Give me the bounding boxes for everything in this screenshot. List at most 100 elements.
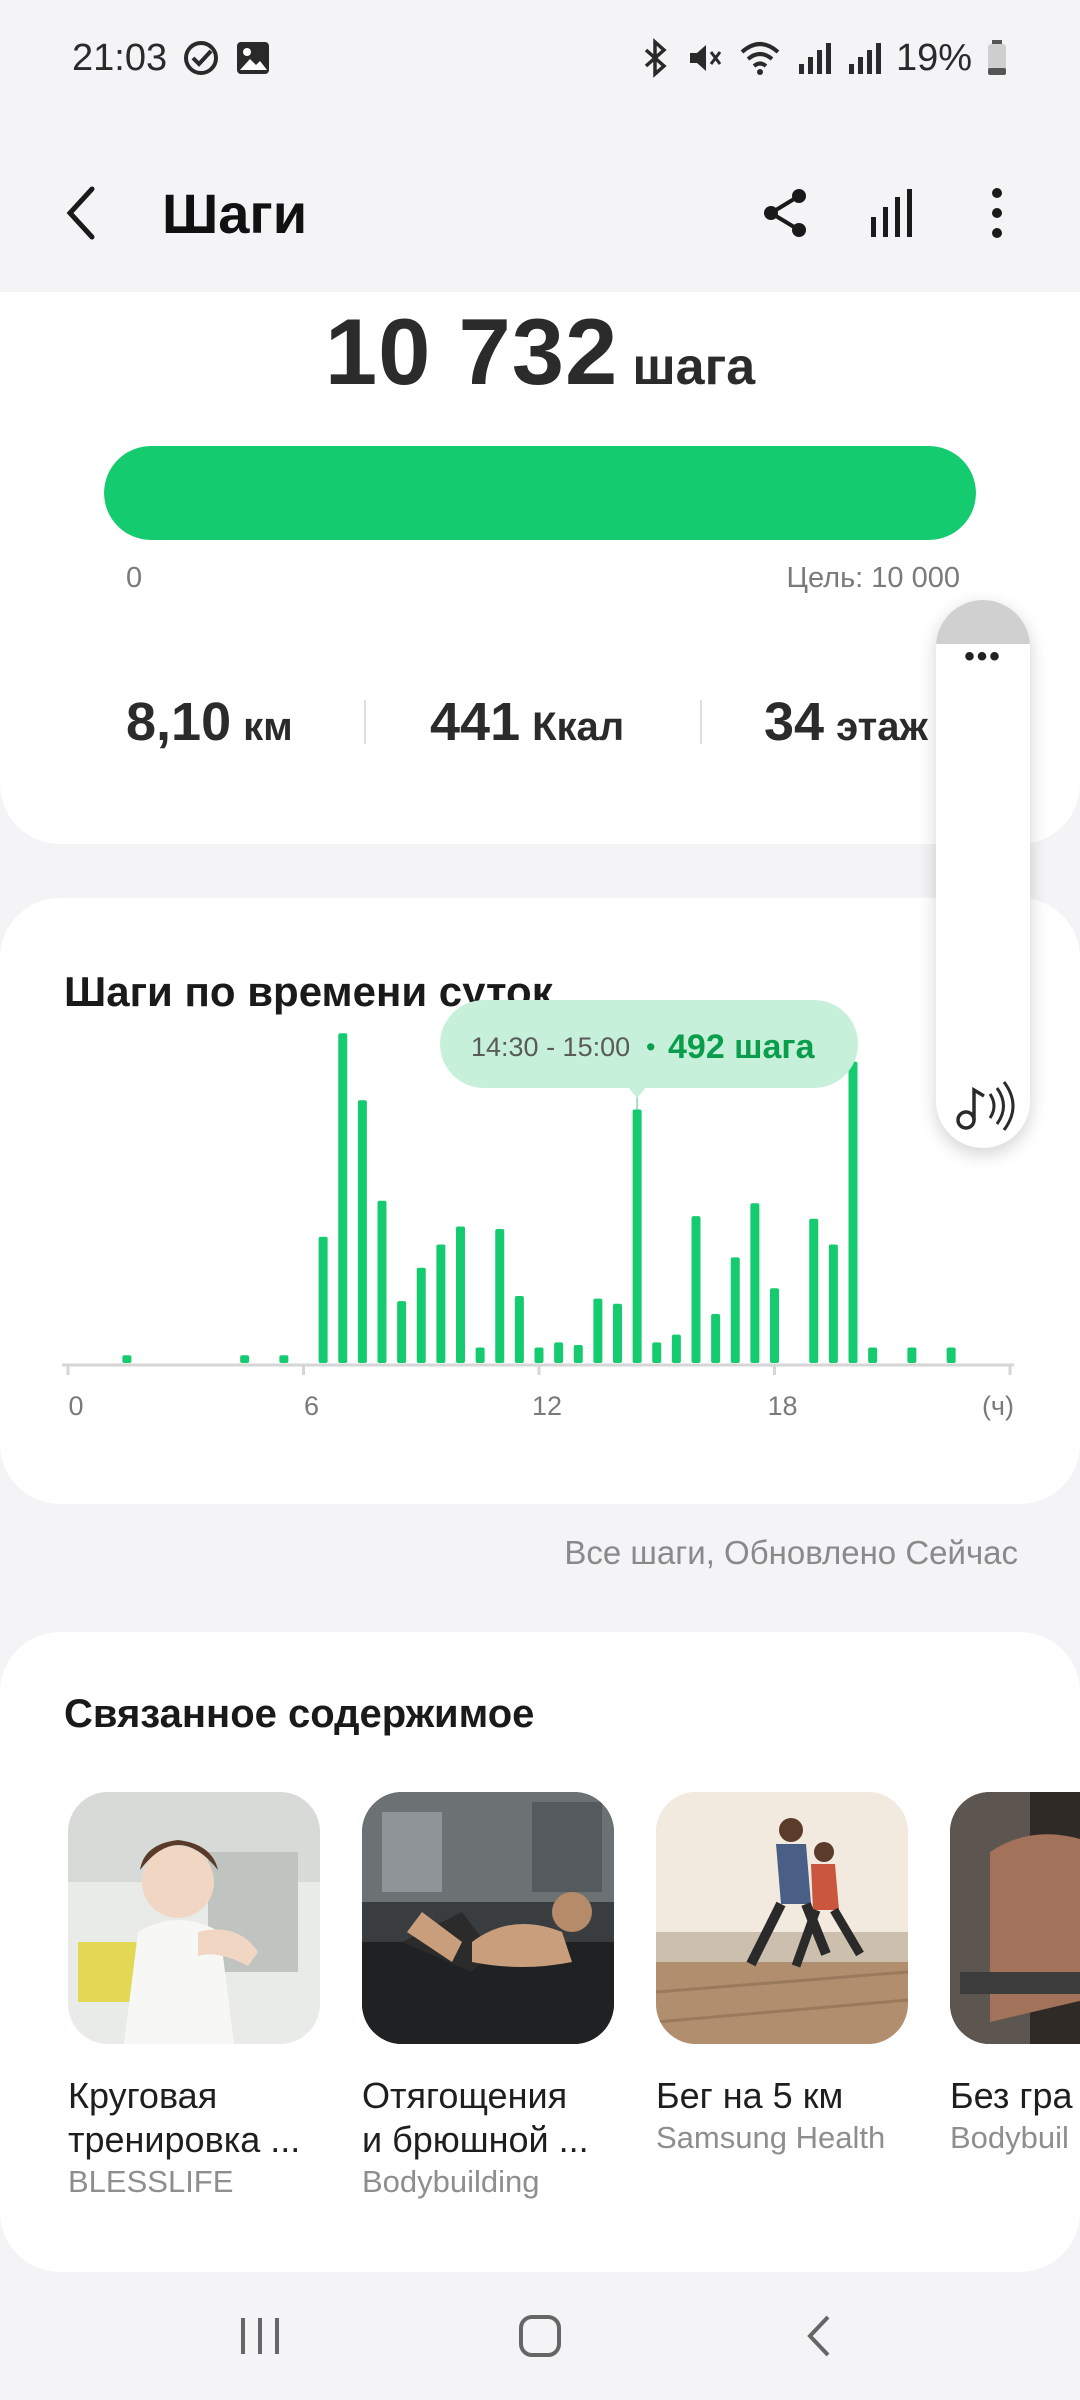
- mute-icon: [684, 38, 724, 78]
- stats-icon: [871, 189, 912, 237]
- chart-bar[interactable]: [416, 1267, 426, 1363]
- chart-bar[interactable]: [907, 1347, 917, 1363]
- back-nav-button[interactable]: [785, 2301, 855, 2371]
- page-title: Шаги: [162, 181, 308, 245]
- steps-total: 10 732 шага: [0, 298, 1080, 406]
- steps-progress-fill: [104, 446, 976, 540]
- related-item-name-line: Без гра: [950, 2075, 1073, 2116]
- floors-value: 34: [764, 692, 825, 752]
- distance-unit: км: [243, 705, 293, 749]
- stats-row: 8,10 км 441 Ккал 34 этаж: [0, 682, 1080, 762]
- chart-bar[interactable]: [730, 1257, 740, 1363]
- related-item-name-line: Отягощения: [362, 2075, 568, 2116]
- chart-bar[interactable]: [338, 1033, 348, 1363]
- chart-bar[interactable]: [573, 1344, 583, 1363]
- chart-bar[interactable]: [377, 1200, 387, 1363]
- distance-stat[interactable]: 8,10 км: [126, 691, 293, 753]
- chart-bar[interactable]: [495, 1229, 505, 1363]
- steps-bar-chart[interactable]: 0 6 12 18 (ч) 14:30 - 15:00 • 492 шага: [0, 898, 1080, 1504]
- stats-button[interactable]: [860, 182, 922, 244]
- chart-bar[interactable]: [711, 1314, 721, 1363]
- tooltip: 14:30 - 15:00 • 492 шага: [440, 1000, 858, 1098]
- related-content-list[interactable]: Круговая тренировка ... BLESSLIFE Отягощ…: [68, 1792, 1080, 2232]
- steps-progress-bar: [104, 446, 976, 540]
- back-icon: [807, 2315, 830, 2357]
- calories-stat[interactable]: 441 Ккал: [430, 691, 624, 753]
- couple-running-photo: [656, 1792, 908, 2044]
- chart-bar[interactable]: [436, 1244, 446, 1363]
- chart-bar[interactable]: [514, 1296, 524, 1363]
- chart-bar[interactable]: [691, 1216, 701, 1363]
- chart-bar[interactable]: [357, 1100, 367, 1363]
- back-button[interactable]: [46, 177, 118, 249]
- chart-bar[interactable]: [554, 1342, 564, 1363]
- more-vertical-icon: [992, 188, 1002, 238]
- tooltip-dot: •: [646, 1032, 655, 1062]
- floating-sound-panel[interactable]: •••: [936, 600, 1030, 1148]
- chart-bar[interactable]: [809, 1218, 819, 1363]
- related-item-name: Круговая тренировка ...: [68, 2074, 320, 2162]
- floors-stat[interactable]: 34 этаж: [764, 691, 928, 753]
- related-item-name-line: и брюшной ...: [362, 2119, 589, 2160]
- tooltip-arrow: [627, 1086, 648, 1098]
- x-tick-label: (ч): [982, 1391, 1014, 1421]
- battery-icon: [986, 39, 1008, 77]
- steps-by-time-card: Шаги по времени суток 0 6 12 18 (ч) 14:30 - …: [0, 898, 1080, 1504]
- related-item-name: Без гра: [950, 2074, 1080, 2118]
- signal-icon: [846, 40, 882, 76]
- related-item-name-line: тренировка ...: [68, 2119, 301, 2160]
- chart-bar[interactable]: [475, 1347, 485, 1363]
- header-actions: [754, 182, 1034, 244]
- chart-bar[interactable]: [770, 1288, 779, 1363]
- tooltip-value: 492 шага: [668, 1028, 816, 1066]
- status-time: 21:03: [72, 36, 168, 79]
- chart-bar[interactable]: [613, 1303, 622, 1363]
- app-header: Шаги: [0, 150, 1080, 276]
- related-item-name: Бег на 5 км: [656, 2074, 908, 2118]
- related-item[interactable]: Отягощения и брюшной ... Bodybuilding: [362, 1792, 614, 2200]
- chart-bar[interactable]: [652, 1342, 662, 1363]
- related-item-source: Samsung Health: [656, 2120, 886, 2155]
- chart-bar[interactable]: [671, 1334, 681, 1363]
- chart-bar[interactable]: [122, 1355, 132, 1363]
- chart-bar[interactable]: [868, 1347, 878, 1363]
- related-content-card: Связанное содержимое Круговая тренировка…: [0, 1632, 1080, 2272]
- more-options-button[interactable]: [966, 182, 1028, 244]
- chart-bar[interactable]: [750, 1203, 760, 1363]
- steps-count: 10 732: [324, 299, 619, 404]
- progress-goal-label: Цель: 10 000: [786, 562, 960, 594]
- chevron-left-icon: [66, 186, 95, 240]
- related-item-name-line: Бег на 5 км: [656, 2075, 844, 2116]
- home-button[interactable]: [505, 2301, 575, 2371]
- chart-bar[interactable]: [632, 1109, 642, 1363]
- gallery-icon: [235, 40, 271, 76]
- wifi-icon: [738, 38, 782, 78]
- more-icon[interactable]: •••: [936, 640, 1030, 674]
- update-status: Все шаги, Обновлено Сейчас: [564, 1534, 1018, 1571]
- x-tick-label: 18: [767, 1391, 797, 1421]
- chart-bar[interactable]: [318, 1236, 328, 1363]
- chart-bar[interactable]: [848, 1061, 858, 1363]
- related-item[interactable]: Круговая тренировка ... BLESSLIFE: [68, 1792, 320, 2200]
- chart-bar[interactable]: [279, 1355, 289, 1363]
- related-item[interactable]: Без гра Bodybuil: [950, 1792, 1080, 2156]
- share-button[interactable]: [754, 182, 816, 244]
- calories-value: 441: [430, 692, 521, 752]
- x-tick-label: 0: [68, 1391, 83, 1421]
- chart-bar[interactable]: [456, 1226, 465, 1363]
- signal-icon: [796, 40, 832, 76]
- chart-bar[interactable]: [946, 1347, 956, 1363]
- chart-bar[interactable]: [240, 1355, 250, 1363]
- chart-bar[interactable]: [593, 1298, 603, 1363]
- chart-bar[interactable]: [828, 1244, 838, 1363]
- x-tick-label: 6: [304, 1391, 319, 1421]
- recents-button[interactable]: [225, 2301, 295, 2371]
- sound-assistant-icon[interactable]: [950, 1072, 1016, 1138]
- chart-bar[interactable]: [534, 1347, 544, 1363]
- related-item-source: BLESSLIFE: [68, 2164, 234, 2199]
- related-item[interactable]: Бег на 5 км Samsung Health: [656, 1792, 908, 2156]
- check-circle-icon: [181, 38, 221, 78]
- related-content-title: Связанное содержимое: [64, 1692, 535, 1736]
- stat-divider: [364, 700, 366, 744]
- chart-bar[interactable]: [397, 1301, 407, 1363]
